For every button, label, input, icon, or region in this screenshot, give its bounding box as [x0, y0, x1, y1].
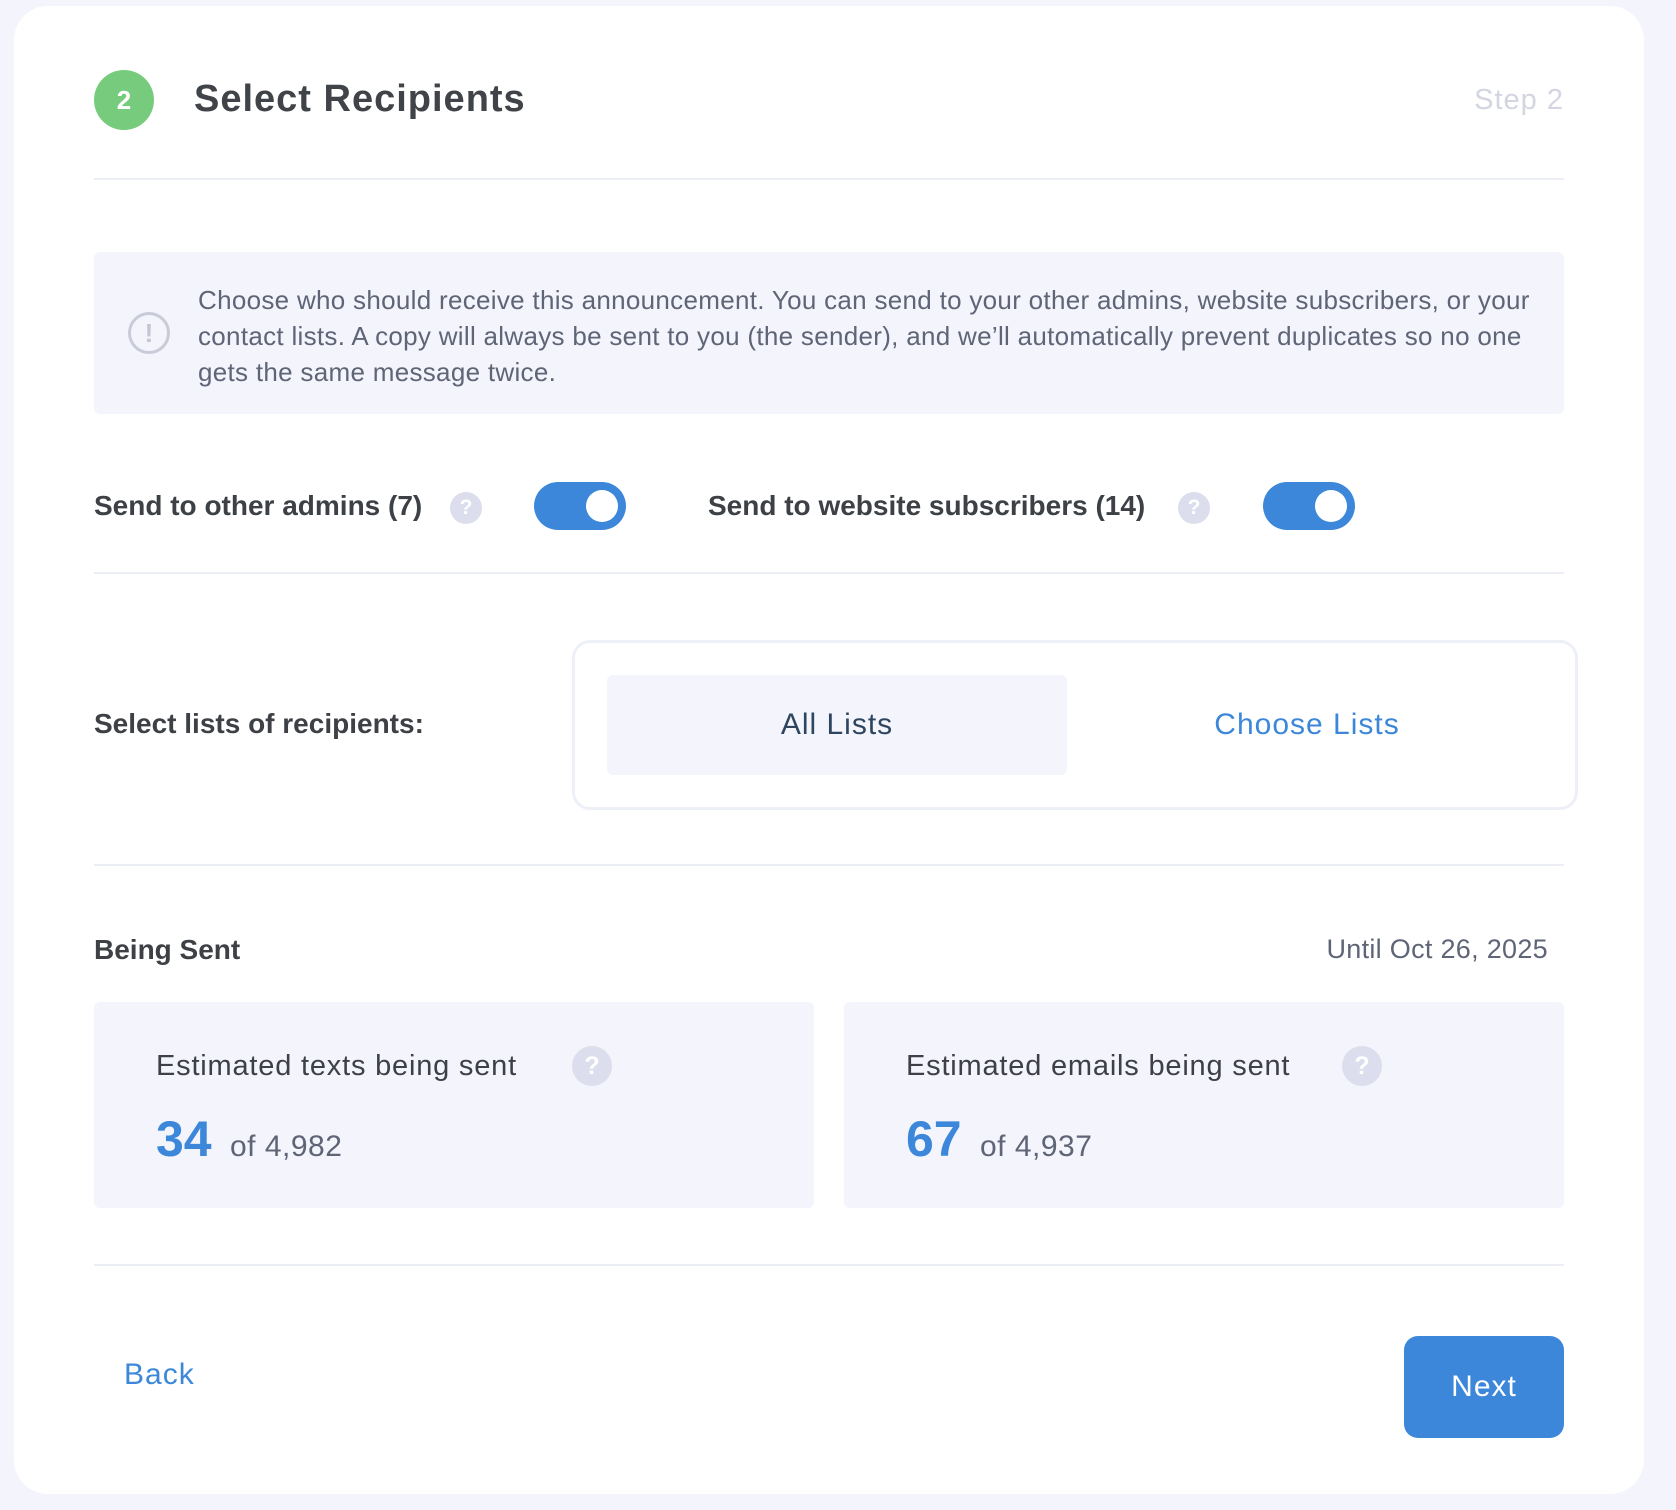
subscribers-toggle-label: Send to website subscribers (14)	[708, 490, 1146, 521]
emails-stat-label: Estimated emails being sent	[906, 1050, 1291, 1082]
subscribers-help-icon[interactable]: ?	[1178, 492, 1210, 524]
all-lists-option[interactable]: All Lists	[607, 675, 1067, 775]
step-number-badge: 2	[94, 70, 154, 130]
subscribers-toggle-group: Send to website subscribers (14) ?	[708, 480, 1388, 532]
admins-toggle-label: Send to other admins (7)	[94, 490, 423, 521]
texts-stat-value: 34	[156, 1111, 212, 1167]
emails-stat-card: Estimated emails being sent ? 67 of 4,93…	[844, 1002, 1564, 1208]
exclamation-circle-icon: !	[128, 312, 170, 354]
lists-segmented-control: All Lists Choose Lists	[572, 640, 1578, 810]
info-text: Choose who should receive this announcem…	[198, 285, 1530, 387]
header-divider	[94, 178, 1564, 180]
step-label: Step 2	[1474, 84, 1564, 116]
footer-divider	[94, 1264, 1564, 1266]
recipients-card: 2 Select Recipients Step 2 ! Choose who …	[14, 6, 1644, 1494]
admins-help-icon[interactable]: ?	[450, 492, 482, 524]
lists-label: Select lists of recipients:	[94, 708, 424, 739]
page-title: Select Recipients	[194, 78, 526, 120]
lists-divider	[94, 864, 1564, 866]
being-sent-title: Being Sent	[94, 934, 241, 965]
next-button[interactable]: Next	[1404, 1336, 1564, 1438]
texts-stat-total: of 4,982	[230, 1130, 343, 1163]
info-banner: ! Choose who should receive this announc…	[94, 252, 1564, 414]
texts-help-icon[interactable]: ?	[572, 1046, 612, 1086]
admins-toggle[interactable]	[534, 482, 626, 530]
emails-stat-total: of 4,937	[980, 1130, 1093, 1163]
step-header: 2 Select Recipients Step 2	[94, 70, 1564, 134]
emails-stat-value: 67	[906, 1111, 962, 1167]
toggles-divider	[94, 572, 1564, 574]
until-date: Until Oct 26, 2025	[1326, 934, 1548, 964]
texts-stat-card: Estimated texts being sent ? 34 of 4,982	[94, 1002, 814, 1208]
toggle-knob	[586, 490, 618, 522]
admins-toggle-group: Send to other admins (7) ?	[94, 480, 626, 532]
subscribers-toggle[interactable]	[1263, 482, 1355, 530]
toggle-knob	[1315, 490, 1347, 522]
toggle-row: Send to other admins (7) ? Send to websi…	[94, 480, 1564, 532]
back-button[interactable]: Back	[124, 1358, 195, 1392]
choose-lists-option[interactable]: Choose Lists	[1067, 675, 1547, 775]
texts-stat-label: Estimated texts being sent	[156, 1050, 517, 1082]
emails-help-icon[interactable]: ?	[1342, 1046, 1382, 1086]
